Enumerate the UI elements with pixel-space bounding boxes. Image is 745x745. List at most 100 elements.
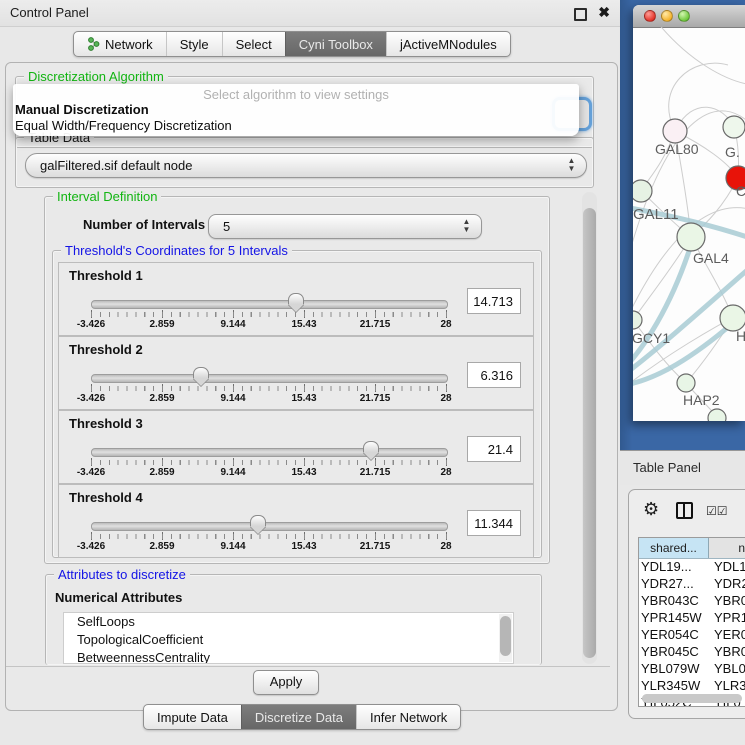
tick-label: -3.426 [77,467,105,478]
tab-impute-data[interactable]: Impute Data [144,705,241,729]
attributes-scrollbar-thumb[interactable] [500,616,511,656]
label-g-partial: G. [725,144,740,160]
threshold-2-value-field[interactable]: 6.316 [467,362,521,388]
threshold-1-label: Threshold 1 [69,268,143,283]
numerical-attributes-label: Numerical Attributes [55,590,182,605]
cell: YPR1 [710,610,745,627]
tab-network-label: Network [105,37,153,52]
slider-minor-ticks [91,534,447,539]
network-canvas[interactable]: GAL80 G. C GAL11 GAL4 GCY1 H HAP2 [633,27,745,421]
node-top-right[interactable] [723,116,745,138]
tab-discretize-data[interactable]: Discretize Data [241,705,356,729]
label-c-partial: C [736,183,745,199]
table-row[interactable]: YDR27...YDR2 [639,576,745,593]
node-gal4[interactable] [677,223,705,251]
tab-network[interactable]: Network [74,32,166,56]
gear-icon[interactable]: ⚙ [643,500,659,518]
list-item-betweennesscentrality[interactable]: BetweennessCentrality [64,649,513,664]
threshold-2-slider-track[interactable] [91,374,448,383]
node-hap2[interactable] [677,374,695,392]
float-window-icon[interactable] [574,8,587,21]
panel-vertical-scrollbar[interactable] [582,192,597,664]
tab-impute-data-label: Impute Data [157,710,228,725]
number-of-intervals-value: 5 [223,215,230,238]
cell: YBR045C [639,644,710,661]
table-panel-titlebar: Table Panel [620,450,745,485]
table-row[interactable]: YLR345WYLR3 [639,678,745,695]
label-h-partial: H [736,328,745,344]
tab-cyni-toolbox-label: Cyni Toolbox [299,37,373,52]
tab-jactivemnodules[interactable]: jActiveMNodules [386,32,510,56]
list-item-topologicalcoefficient[interactable]: TopologicalCoefficient [64,631,513,649]
column-header-shared[interactable]: shared... [639,538,709,558]
table-row[interactable]: YBR045CYBR0 [639,644,745,661]
columns-icon[interactable] [676,502,693,519]
tab-infer-network[interactable]: Infer Network [356,705,460,729]
close-icon[interactable]: ✖ [598,4,610,21]
table-row[interactable]: YBR043CYBR0 [639,593,745,610]
tick-label: 28 [440,541,451,552]
cell: YLR3 [710,678,745,695]
window-zoom-button[interactable] [678,10,690,22]
network-window-titlebar[interactable] [633,5,745,28]
panel-title: Control Panel [10,5,89,20]
tick-label: 9.144 [220,319,245,330]
cell: YDL19... [639,559,710,576]
threshold-1-slider-track[interactable] [91,300,448,309]
column-header-name[interactable]: n [709,538,745,558]
tick-label: -3.426 [77,319,105,330]
threshold-3-panel: Threshold 3 -3.426 2.859 9.144 15.43 21.… [58,410,534,484]
number-of-intervals-combobox[interactable]: 5 ▲▼ [208,214,482,239]
algorithm-placeholder: Select algorithm to view settings [13,84,579,102]
slider-minor-ticks [91,386,447,391]
slider-minor-ticks [91,460,447,465]
table-row[interactable]: YER054CYER0 [639,627,745,644]
cell: YLR345W [639,678,710,695]
algorithm-option-equal-width[interactable]: Equal Width/Frequency Discretization [13,118,579,134]
list-item-selfloops[interactable]: SelfLoops [64,613,513,631]
group-attributes-label: Attributes to discretize [54,567,190,582]
slider-minor-ticks [91,312,447,317]
node-gal11[interactable] [633,180,652,202]
group-discretization-algorithm-label: Discretization Algorithm [24,69,168,84]
threshold-1-slider-thumb[interactable] [288,293,304,313]
numerical-attributes-list: SelfLoops TopologicalCoefficient Between… [63,612,514,664]
table-panel-title: Table Panel [633,460,701,475]
threshold-3-slider-track[interactable] [91,448,448,457]
threshold-3-label: Threshold 3 [69,416,143,431]
threshold-2-slider-thumb[interactable] [193,367,209,387]
node-gal80[interactable] [663,119,687,143]
table-row[interactable]: YDL19...YDL1 [639,559,745,576]
node-bottom[interactable] [708,409,726,421]
node-gcy1[interactable] [633,311,642,329]
tab-style[interactable]: Style [166,32,222,56]
cell: YBL079W [639,661,710,678]
tab-select[interactable]: Select [222,32,285,56]
threshold-4-value-field[interactable]: 11.344 [467,510,521,536]
table-row[interactable]: YPR145WYPR1 [639,610,745,627]
cell: YBR0 [710,593,745,610]
table-horizontal-scrollbar[interactable] [642,694,742,703]
window-minimize-button[interactable] [661,10,673,22]
threshold-4-slider-track[interactable] [91,522,448,531]
threshold-1-value-field[interactable]: 14.713 [467,288,521,314]
tick-label: 2.859 [149,467,174,478]
apply-button[interactable]: Apply [253,670,319,695]
tick-label: 2.859 [149,393,174,404]
algorithm-option-manual[interactable]: Manual Discretization [13,102,579,118]
tick-label: 21.715 [360,467,391,478]
attributes-scrollbar[interactable] [499,614,512,662]
tick-label: 28 [440,319,451,330]
bottom-tab-bar: Impute Data Discretize Data Infer Networ… [143,704,461,730]
threshold-3-slider-thumb[interactable] [363,441,379,461]
checkboxes-icon[interactable]: ☑☑ [706,504,728,518]
window-close-button[interactable] [644,10,656,22]
panel-scrollbar-thumb[interactable] [583,208,596,658]
threshold-3-value-field[interactable]: 21.4 [467,436,521,462]
table-data-combobox[interactable]: galFiltered.sif default node ▲▼ [25,153,587,178]
threshold-4-slider-thumb[interactable] [250,515,266,535]
label-gal4: GAL4 [693,250,729,266]
tab-cyni-toolbox[interactable]: Cyni Toolbox [285,32,386,56]
table-row[interactable]: YBL079WYBL0 [639,661,745,678]
cell: YDL1 [710,559,745,576]
